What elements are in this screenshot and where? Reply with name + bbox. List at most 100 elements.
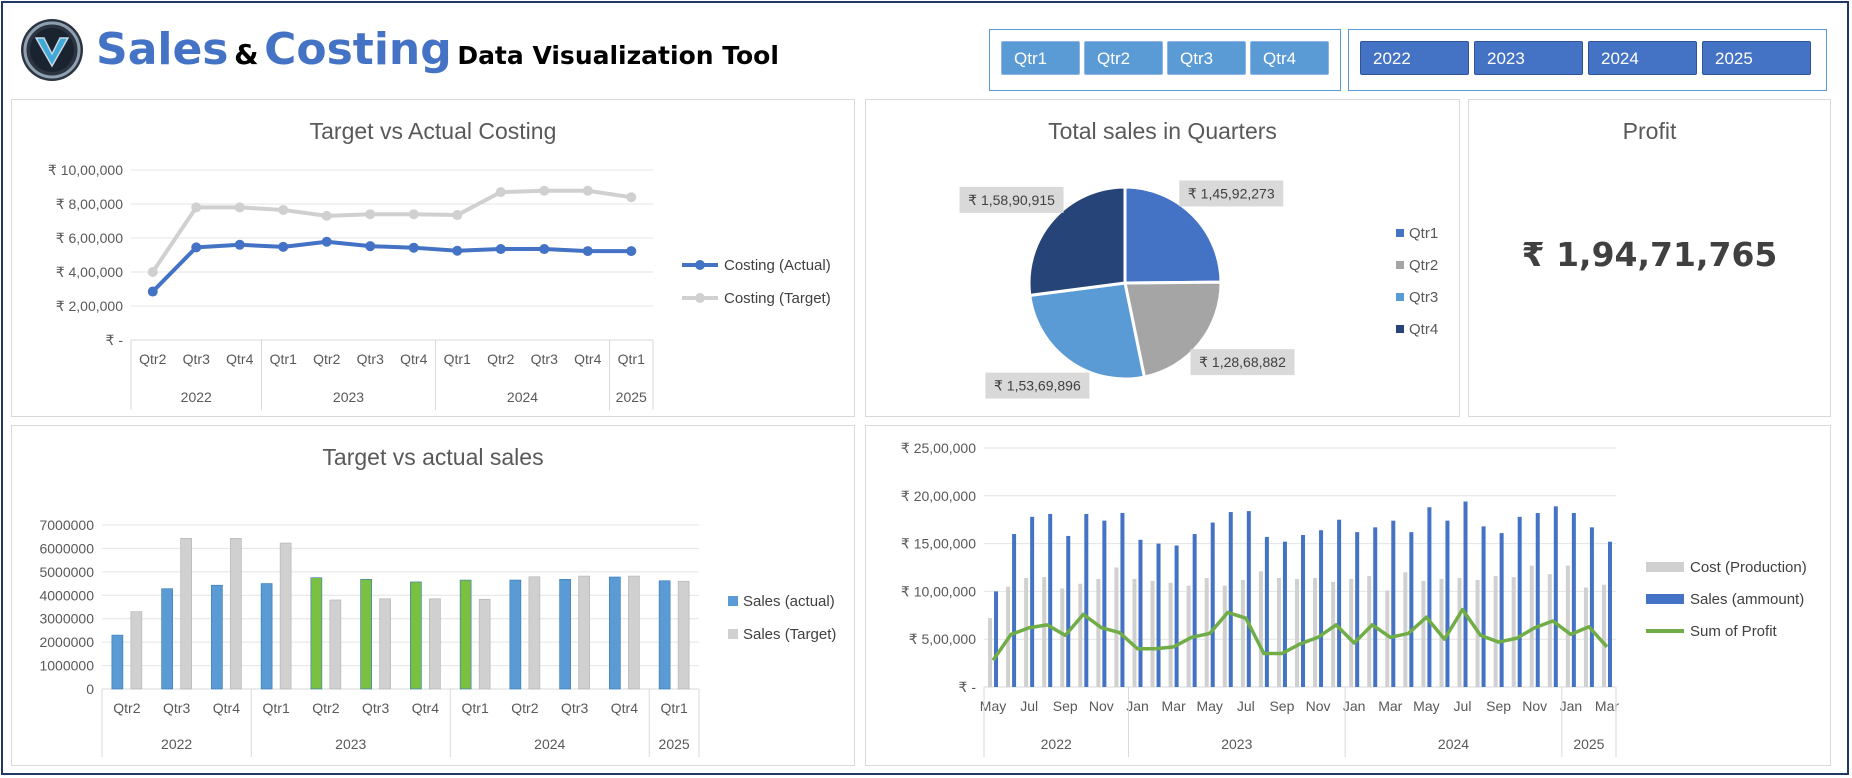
monthly-x-tick: Sep [1053, 698, 1078, 714]
sales-y-tick: 2000000 [39, 634, 94, 650]
pie-legend-label: Qtr3 [1409, 289, 1438, 306]
slicer-2022-button[interactable]: 2022 [1360, 41, 1469, 75]
sales-bar [360, 579, 372, 690]
monthly-bar [1240, 579, 1245, 687]
slicer-qtr3-button[interactable]: Qtr3 [1167, 41, 1246, 75]
sales-bar [578, 575, 590, 690]
monthly-y-tick: ₹ 5,00,000 [909, 631, 977, 647]
slicer-2025-button[interactable]: 2025 [1702, 41, 1811, 75]
costing-point [191, 242, 202, 253]
slicer-2024-button[interactable]: 2024 [1588, 41, 1697, 75]
sales-y-tick: 5000000 [39, 564, 94, 580]
slicer-qtr4-button[interactable]: Qtr4 [1250, 41, 1329, 75]
monthly-legend-label: Cost (Production) [1690, 559, 1807, 576]
pie-data-label: ₹ 1,45,92,273 [1179, 180, 1284, 207]
monthly-x-tick: Nov [1522, 698, 1547, 714]
monthly-bar [1409, 532, 1414, 687]
sales-x-tick: Qtr4 [213, 700, 240, 716]
sales-legend-label: Sales (Target) [743, 626, 836, 643]
pie-legend-label: Qtr4 [1409, 321, 1438, 338]
title-rest: Data Visualization Tool [457, 41, 779, 70]
pie-chart-panel: Total sales in Quarters ₹ 1,45,92,273 ₹ 1… [865, 99, 1460, 417]
sales-bar [609, 576, 621, 690]
monthly-x-tick: Jan [1560, 698, 1583, 714]
costing-legend-label: Costing (Actual) [724, 257, 831, 274]
monthly-chart-panel: ₹ - ₹ 5,00,000 ₹ 10,00,000 ₹ 15,00,000 ₹ 20,… [865, 425, 1831, 766]
costing-point [147, 286, 158, 297]
costing-y-tick: ₹ 10,00,000 [48, 162, 123, 178]
monthly-bar [1373, 527, 1378, 687]
monthly-y-tick: ₹ 25,00,000 [901, 440, 976, 456]
monthly-bar [1228, 512, 1233, 687]
costing-legend-marker [695, 293, 705, 303]
monthly-bar [1282, 541, 1287, 687]
sales-bar [379, 598, 391, 690]
monthly-bar [1457, 578, 1462, 687]
monthly-x-tick: Sep [1486, 698, 1511, 714]
sales-bar [658, 580, 671, 690]
sales-y-tick: 0 [86, 681, 94, 697]
monthly-bar [1246, 511, 1251, 687]
monthly-bar [1060, 588, 1065, 687]
costing-point [408, 242, 419, 253]
costing-group-label: 2022 [181, 389, 212, 405]
pie-slice [1028, 281, 1147, 381]
monthly-bar [1042, 577, 1047, 687]
pie-legend-swatch [1396, 325, 1404, 333]
monthly-bar [1192, 534, 1197, 687]
monthly-bar [1264, 536, 1269, 687]
costing-point [495, 244, 506, 255]
sales-x-tick: Qtr3 [163, 700, 190, 716]
monthly-bar [1301, 534, 1305, 687]
monthly-bar [1553, 506, 1558, 687]
monthly-x-tick: Sep [1269, 698, 1294, 714]
slicer-qtr2-button[interactable]: Qtr2 [1084, 41, 1163, 75]
pie-legend-swatch [1396, 229, 1404, 237]
monthly-bar [1174, 545, 1179, 687]
monthly-group-label: 2023 [1221, 736, 1252, 752]
monthly-bar [1421, 580, 1426, 687]
costing-x-tick: Qtr2 [139, 351, 166, 367]
monthly-bar [1030, 516, 1035, 687]
costing-point [408, 209, 419, 220]
costing-series-line [151, 188, 632, 274]
pie-data-label: ₹ 1,53,69,896 [985, 372, 1090, 399]
sales-x-tick: Qtr1 [661, 700, 688, 716]
monthly-bar [1258, 571, 1263, 687]
pie-chart: ₹ 1,45,92,273 ₹ 1,28,68,882 ₹ 1,53,69,896 ₹… [959, 180, 1438, 399]
pie-data-label-text: ₹ 1,45,92,273 [1188, 185, 1275, 201]
sales-y-tick: 4000000 [39, 587, 94, 603]
sales-chart-panel: Target vs actual sales 0 1000000 2000000 30… [11, 425, 855, 766]
monthly-bar [1210, 522, 1215, 687]
profit-value: ₹ 1,94,71,765 [1521, 235, 1778, 274]
monthly-bar [1607, 541, 1612, 687]
monthly-bar [1024, 578, 1029, 687]
sales-x-tick: Qtr3 [561, 700, 588, 716]
monthly-group-label: 2025 [1573, 736, 1604, 752]
sales-x-tick: Qtr2 [113, 700, 140, 716]
monthly-x-tick: Nov [1089, 698, 1114, 714]
sales-x-tick: Qtr1 [462, 700, 489, 716]
monthly-bar [1445, 520, 1450, 687]
sales-x-tick: Qtr2 [312, 700, 339, 716]
monthly-bar [1276, 578, 1281, 687]
pie-legend-swatch [1396, 293, 1404, 301]
monthly-x-tick: May [1413, 698, 1439, 714]
costing-point [539, 185, 550, 196]
monthly-legend-swatch [1646, 594, 1684, 604]
monthly-bar [1138, 539, 1143, 687]
monthly-group-label: 2024 [1438, 736, 1469, 752]
monthly-bar [1385, 590, 1390, 687]
slicer-2023-button[interactable]: 2023 [1474, 41, 1583, 75]
monthly-bar [1319, 530, 1324, 687]
costing-point [147, 267, 158, 277]
slicer-qtr1-button[interactable]: Qtr1 [1001, 41, 1080, 75]
sales-x-tick: Qtr2 [511, 700, 538, 716]
monthly-bar [1403, 572, 1408, 687]
monthly-bar [988, 618, 993, 687]
monthly-bar [1427, 507, 1432, 687]
sales-bar [111, 634, 124, 690]
sales-x-tick: Qtr4 [611, 700, 638, 716]
monthly-bar [1517, 516, 1522, 687]
costing-point [495, 187, 506, 198]
